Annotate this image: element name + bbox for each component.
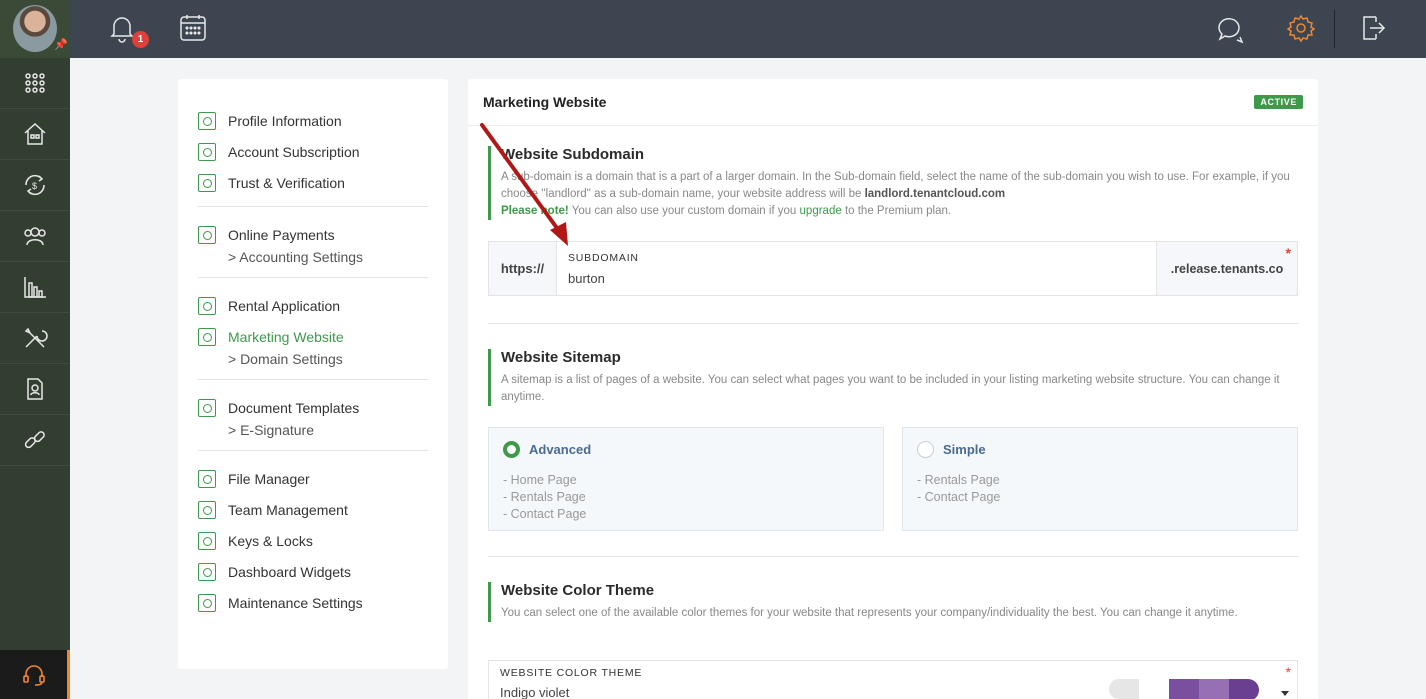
notification-count-badge: 1 bbox=[132, 31, 149, 48]
section-title: Website Sitemap bbox=[501, 349, 621, 366]
color-swatch bbox=[1229, 679, 1259, 699]
subdomain-section: Website Subdomain A sub-domain is a doma… bbox=[488, 146, 1298, 220]
option-label: Advanced bbox=[529, 442, 592, 457]
profile-icon bbox=[198, 111, 216, 130]
color-swatches bbox=[1169, 679, 1259, 699]
required-mark: * bbox=[1285, 664, 1291, 680]
required-mark: * bbox=[1285, 245, 1291, 261]
color-swatch-neutral bbox=[1109, 679, 1139, 699]
settings-gear-icon[interactable] bbox=[1286, 13, 1316, 48]
nav-sub-accounting-settings[interactable]: > Accounting Settings bbox=[198, 244, 428, 269]
marketing-website-card: Marketing Website ACTIVE Website Subdoma… bbox=[468, 79, 1318, 699]
nav-keys-locks[interactable]: Keys & Locks bbox=[198, 525, 428, 556]
section-divider bbox=[488, 323, 1298, 324]
user-avatar-area[interactable]: 📌 bbox=[0, 0, 70, 58]
application-icon bbox=[198, 296, 216, 315]
radio-simple[interactable] bbox=[917, 441, 934, 458]
website-icon bbox=[198, 327, 216, 346]
topbar: 1 bbox=[70, 0, 1426, 58]
nav-maintenance-settings[interactable]: Maintenance Settings bbox=[198, 587, 428, 618]
sitemap-option-advanced[interactable]: Advanced - Home Page - Rentals Page - Co… bbox=[488, 427, 884, 531]
sitemap-section-header: Website Sitemap A sitemap is a list of p… bbox=[488, 349, 1298, 406]
maintenance-tools-icon[interactable] bbox=[0, 313, 70, 364]
theme-label: WEBSITE COLOR THEME bbox=[500, 667, 643, 679]
documents-icon[interactable] bbox=[0, 364, 70, 415]
subdomain-section-header: Website Subdomain A sub-domain is a doma… bbox=[488, 146, 1298, 220]
section-description: You can select one of the available colo… bbox=[501, 607, 1238, 619]
nav-account-subscription[interactable]: Account Subscription bbox=[198, 136, 428, 167]
settings-nav: Profile Information Account Subscription… bbox=[178, 79, 448, 669]
nav-divider bbox=[198, 450, 428, 451]
subdomain-field[interactable]: SUBDOMAIN burton bbox=[557, 242, 1156, 295]
link-icon[interactable] bbox=[0, 415, 70, 466]
domain-suffix: .release.tenants.co * bbox=[1156, 242, 1297, 295]
nav-divider bbox=[198, 379, 428, 380]
nav-divider bbox=[198, 277, 428, 278]
chat-icon[interactable] bbox=[1215, 13, 1247, 50]
color-theme-section: Website Color Theme You can select one o… bbox=[488, 582, 1298, 622]
key-icon bbox=[198, 531, 216, 550]
payment-icon bbox=[198, 225, 216, 244]
subdomain-input-group: https:// SUBDOMAIN burton .release.tenan… bbox=[488, 241, 1298, 296]
page-item: - Contact Page bbox=[917, 490, 1001, 504]
nav-sub-domain-settings[interactable]: > Domain Settings bbox=[198, 346, 428, 371]
nav-profile-information[interactable]: Profile Information bbox=[198, 105, 428, 136]
verified-icon bbox=[198, 173, 216, 192]
radio-advanced[interactable] bbox=[503, 441, 520, 458]
logout-icon[interactable] bbox=[1360, 13, 1386, 48]
calendar-icon[interactable] bbox=[178, 13, 208, 48]
topbar-divider bbox=[1334, 10, 1335, 48]
example-domain: landlord.tenantcloud.com bbox=[864, 188, 1006, 200]
properties-icon[interactable] bbox=[0, 109, 70, 160]
page-item: - Rentals Page bbox=[503, 490, 586, 504]
page-title: Marketing Website bbox=[483, 94, 607, 110]
nav-trust-verification[interactable]: Trust & Verification bbox=[198, 167, 428, 198]
section-description: A sub-domain is a domain that is a part … bbox=[501, 171, 1290, 217]
annotation-arrow bbox=[480, 123, 568, 246]
reports-icon[interactable] bbox=[0, 262, 70, 313]
section-description: A sitemap is a list of pages of a websit… bbox=[501, 374, 1280, 403]
document-icon bbox=[198, 398, 216, 417]
color-theme-select[interactable]: WEBSITE COLOR THEME Indigo violet * bbox=[488, 660, 1298, 699]
card-header: Marketing Website ACTIVE bbox=[468, 79, 1318, 126]
chevron-down-icon[interactable] bbox=[1281, 691, 1289, 696]
main-sidebar: 📌 $ bbox=[0, 0, 70, 699]
upgrade-link[interactable]: upgrade bbox=[800, 205, 842, 217]
subdomain-input[interactable]: burton bbox=[568, 271, 1145, 286]
avatar[interactable] bbox=[13, 5, 57, 52]
section-title: Website Subdomain bbox=[501, 146, 645, 163]
team-icon bbox=[198, 500, 216, 519]
status-badge: ACTIVE bbox=[1254, 95, 1303, 109]
color-swatch bbox=[1199, 679, 1229, 699]
page-item: - Contact Page bbox=[503, 507, 587, 521]
contacts-icon[interactable] bbox=[0, 211, 70, 262]
section-divider bbox=[488, 556, 1298, 557]
nav-sub-e-signature[interactable]: > E-Signature bbox=[198, 417, 428, 442]
maintenance-icon bbox=[198, 593, 216, 612]
theme-section-header: Website Color Theme You can select one o… bbox=[488, 582, 1298, 622]
support-headset-icon[interactable] bbox=[0, 650, 70, 699]
option-label: Simple bbox=[943, 442, 986, 457]
pin-icon[interactable]: 📌 bbox=[54, 38, 68, 51]
apps-grid-icon[interactable] bbox=[0, 58, 70, 109]
nav-file-manager[interactable]: File Manager bbox=[198, 463, 428, 494]
payments-icon[interactable]: $ bbox=[0, 160, 70, 211]
nav-rental-application[interactable]: Rental Application bbox=[198, 290, 428, 321]
sitemap-option-simple[interactable]: Simple - Rentals Page - Contact Page bbox=[902, 427, 1298, 531]
svg-text:$: $ bbox=[32, 181, 37, 191]
nav-divider bbox=[198, 206, 428, 207]
file-icon bbox=[198, 469, 216, 488]
page-item: - Rentals Page bbox=[917, 473, 1000, 487]
nav-team-management[interactable]: Team Management bbox=[198, 494, 428, 525]
nav-dashboard-widgets[interactable]: Dashboard Widgets bbox=[198, 556, 428, 587]
widgets-icon bbox=[198, 562, 216, 581]
section-title: Website Color Theme bbox=[501, 582, 655, 599]
sitemap-section: Website Sitemap A sitemap is a list of p… bbox=[488, 349, 1298, 406]
cupcake-icon bbox=[198, 142, 216, 161]
subdomain-label: SUBDOMAIN bbox=[568, 252, 639, 264]
page-item: - Home Page bbox=[503, 473, 577, 487]
color-swatch bbox=[1169, 679, 1199, 699]
